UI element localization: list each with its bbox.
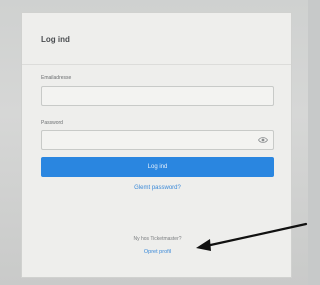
arrow-icon bbox=[196, 222, 308, 251]
password-field[interactable] bbox=[41, 130, 274, 150]
login-button[interactable]: Log ind bbox=[41, 157, 274, 177]
eye-icon[interactable] bbox=[258, 136, 268, 144]
title-divider bbox=[22, 64, 291, 65]
email-label: Emailadresse bbox=[41, 75, 72, 81]
forgot-password-link[interactable]: Glemt password? bbox=[22, 185, 293, 191]
page-background: Log ind Emailadresse Password Log ind Gl… bbox=[0, 0, 308, 285]
email-field[interactable] bbox=[41, 86, 274, 106]
page-title: Log ind bbox=[41, 35, 70, 44]
password-label: Password bbox=[41, 120, 63, 126]
